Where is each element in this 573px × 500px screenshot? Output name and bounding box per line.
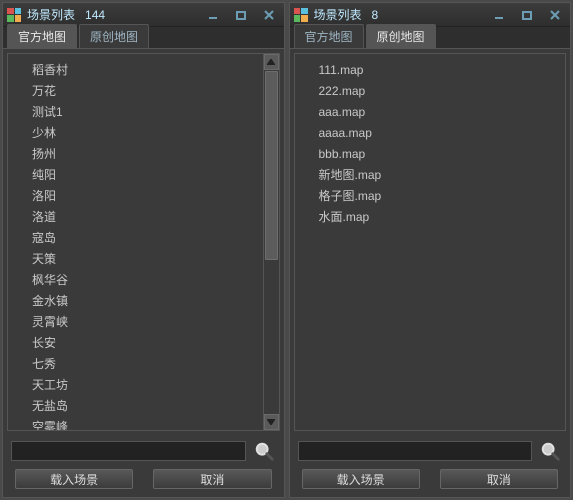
- list-item[interactable]: 天工坊: [32, 375, 263, 396]
- scene-list[interactable]: 稻香村万花测试1少林扬州纯阳洛阳洛道寇岛天策枫华谷金水镇灵霄峡长安七秀天工坊无盐…: [8, 54, 263, 430]
- tab-original-maps[interactable]: 原创地图: [366, 24, 436, 48]
- scene-count: 144: [85, 8, 105, 22]
- list-item[interactable]: 七秀: [32, 354, 263, 375]
- cancel-button[interactable]: 取消: [153, 469, 271, 489]
- search-input[interactable]: [11, 441, 246, 461]
- list-item[interactable]: 灵霄峡: [32, 312, 263, 333]
- scene-count: 8: [372, 8, 379, 22]
- list-item[interactable]: 空雾峰: [32, 417, 263, 430]
- list-item[interactable]: 洛道: [32, 207, 263, 228]
- list-item[interactable]: aaa.map: [319, 102, 566, 123]
- list-item[interactable]: 111.map: [319, 60, 566, 81]
- search-icon[interactable]: [252, 439, 276, 463]
- list-item[interactable]: 少林: [32, 123, 263, 144]
- list-item[interactable]: aaaa.map: [319, 123, 566, 144]
- list-item[interactable]: 稻香村: [32, 60, 263, 81]
- maximize-button[interactable]: [230, 7, 252, 23]
- tab-bar: 官方地图 原创地图: [290, 27, 571, 49]
- list-item[interactable]: bbb.map: [319, 144, 566, 165]
- load-scene-button[interactable]: 载入场景: [15, 469, 133, 489]
- list-item[interactable]: 长安: [32, 333, 263, 354]
- tab-official-maps[interactable]: 官方地图: [294, 24, 364, 48]
- list-item[interactable]: 枫华谷: [32, 270, 263, 291]
- scene-list-container: 稻香村万花测试1少林扬州纯阳洛阳洛道寇岛天策枫华谷金水镇灵霄峡长安七秀天工坊无盐…: [7, 53, 280, 431]
- list-item[interactable]: 222.map: [319, 81, 566, 102]
- list-item[interactable]: 寇岛: [32, 228, 263, 249]
- search-row: [290, 435, 571, 465]
- load-scene-button[interactable]: 载入场景: [302, 469, 420, 489]
- scroll-track[interactable]: [264, 70, 279, 414]
- list-item[interactable]: 金水镇: [32, 291, 263, 312]
- tab-official-maps[interactable]: 官方地图: [7, 24, 77, 48]
- list-item[interactable]: 水面.map: [319, 207, 566, 228]
- scroll-down-button[interactable]: [264, 414, 279, 430]
- button-row: 载入场景 取消: [290, 465, 571, 497]
- app-icon: [294, 8, 308, 22]
- minimize-button[interactable]: [202, 7, 224, 23]
- scroll-up-button[interactable]: [264, 54, 279, 70]
- close-button[interactable]: [258, 7, 280, 23]
- list-item[interactable]: 测试1: [32, 102, 263, 123]
- scene-list-window-right: 场景列表 8 官方地图 原创地图 111.map222.mapaaa.mapaa…: [289, 2, 572, 498]
- scrollbar[interactable]: [263, 54, 279, 430]
- scroll-thumb[interactable]: [265, 71, 278, 260]
- maximize-button[interactable]: [516, 7, 538, 23]
- cancel-button[interactable]: 取消: [440, 469, 558, 489]
- scene-list-window-left: 场景列表 144 官方地图 原创地图 稻香村万花测试1少林扬州纯阳洛阳洛道寇岛天…: [2, 2, 285, 498]
- search-input[interactable]: [298, 441, 533, 461]
- search-icon[interactable]: [538, 439, 562, 463]
- list-item[interactable]: 万花: [32, 81, 263, 102]
- close-button[interactable]: [544, 7, 566, 23]
- list-item[interactable]: 洛阳: [32, 186, 263, 207]
- window-title: 场景列表: [27, 6, 75, 23]
- list-item[interactable]: 纯阳: [32, 165, 263, 186]
- list-item[interactable]: 新地图.map: [319, 165, 566, 186]
- scene-list[interactable]: 111.map222.mapaaa.mapaaaa.mapbbb.map新地图.…: [295, 54, 566, 430]
- tab-original-maps[interactable]: 原创地图: [79, 24, 149, 48]
- tab-bar: 官方地图 原创地图: [3, 27, 284, 49]
- minimize-button[interactable]: [488, 7, 510, 23]
- list-item[interactable]: 无盐岛: [32, 396, 263, 417]
- scene-list-container: 111.map222.mapaaa.mapaaaa.mapbbb.map新地图.…: [294, 53, 567, 431]
- window-title: 场景列表: [314, 6, 362, 23]
- app-icon: [7, 8, 21, 22]
- button-row: 载入场景 取消: [3, 465, 284, 497]
- list-item[interactable]: 天策: [32, 249, 263, 270]
- list-item[interactable]: 格子图.map: [319, 186, 566, 207]
- list-item[interactable]: 扬州: [32, 144, 263, 165]
- search-row: [3, 435, 284, 465]
